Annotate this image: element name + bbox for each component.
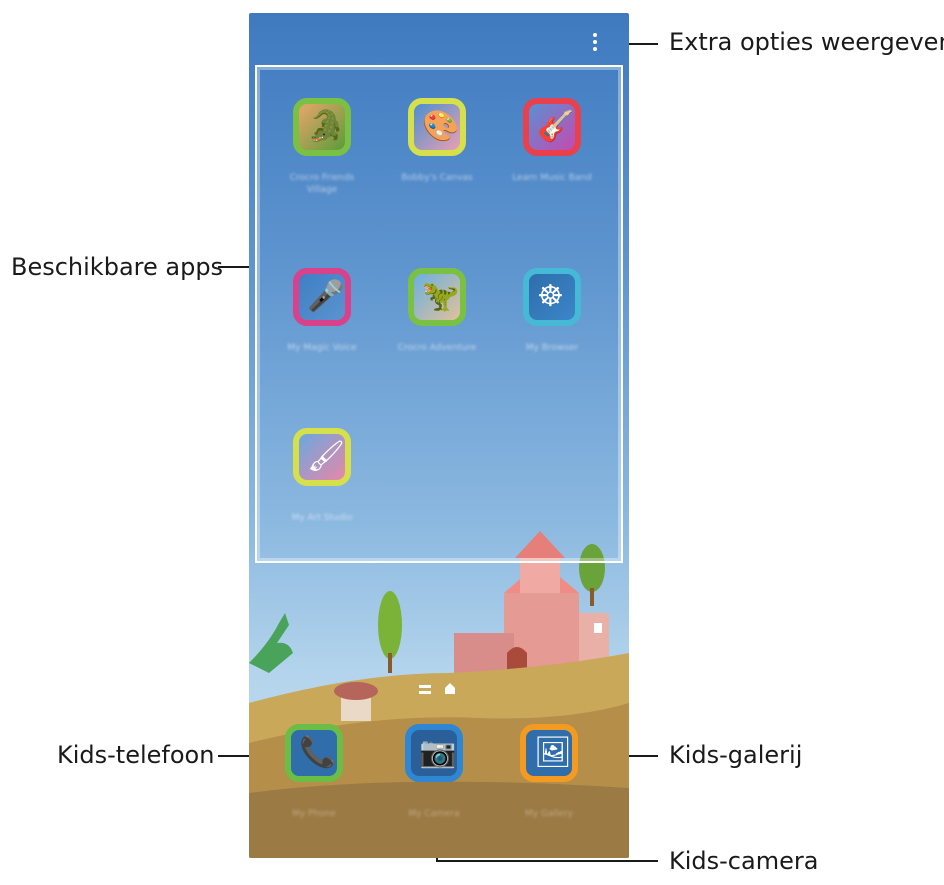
kids-gallery-callout: Kids-galerij xyxy=(669,741,803,769)
app-learn-music-band[interactable]: 🎸 xyxy=(517,92,587,162)
kids-camera-leader-horizontal xyxy=(436,860,658,862)
browser-wheel-icon: ☸ xyxy=(537,279,564,314)
available-apps-area: 🐊 Crocro Friends Village 🎨 Bobby's Canva… xyxy=(255,65,623,563)
bobby-canvas-icon: 🎨 xyxy=(422,109,460,144)
app-label: Learn Music Band xyxy=(512,173,592,183)
app-my-magic-voice[interactable]: 🎤 xyxy=(287,262,357,332)
app-my-browser[interactable]: ☸ xyxy=(517,262,587,332)
gallery-icon: 🖼 xyxy=(534,735,573,770)
kids-gallery-button[interactable]: 🖼 xyxy=(514,718,584,788)
more-options-icon[interactable] xyxy=(592,33,600,53)
kids-camera-callout: Kids-camera xyxy=(669,847,819,875)
kids-home-screen: 🐊 Crocro Friends Village 🎨 Bobby's Canva… xyxy=(249,13,629,858)
tree-left xyxy=(378,591,402,659)
dock-label: My Phone xyxy=(292,809,336,819)
app-label: Crocro Friends Village xyxy=(289,173,355,195)
app-label: Bobby's Canvas xyxy=(401,173,473,183)
crocro-adventure-icon: 🦖 xyxy=(422,279,460,314)
app-my-art-studio[interactable]: 🖌 xyxy=(287,422,357,492)
app-label: Crocro Adventure xyxy=(397,343,477,353)
dock-label: My Gallery xyxy=(524,809,573,819)
kids-camera-button[interactable]: 📷 xyxy=(399,718,469,788)
kids-phone-callout: Kids-telefoon xyxy=(57,741,215,769)
music-band-icon: 🎸 xyxy=(537,109,575,144)
plant-left xyxy=(249,613,293,673)
dock-label: My Camera xyxy=(408,809,460,819)
app-label: My Magic Voice xyxy=(287,343,357,353)
crocodile-village-icon: 🐊 xyxy=(307,109,345,144)
more-options-callout: Extra opties weergeven. xyxy=(669,28,944,56)
app-bobbys-canvas[interactable]: 🎨 xyxy=(402,92,472,162)
app-crocro-friends-village[interactable]: 🐊 xyxy=(287,92,357,162)
page-indicator-lines xyxy=(419,685,431,688)
microphone-icon: 🎤 xyxy=(307,279,345,314)
app-label: My Browser xyxy=(525,343,579,353)
app-label: My Art Studio xyxy=(291,513,353,523)
kids-phone-button[interactable]: 📞 xyxy=(279,718,349,788)
phone-icon: 📞 xyxy=(299,735,337,770)
available-apps-callout: Beschikbare apps xyxy=(11,253,224,281)
camera-icon: 📷 xyxy=(419,735,457,770)
art-studio-icon: 🖌 xyxy=(307,439,346,474)
app-crocro-adventure[interactable]: 🦖 xyxy=(402,262,472,332)
